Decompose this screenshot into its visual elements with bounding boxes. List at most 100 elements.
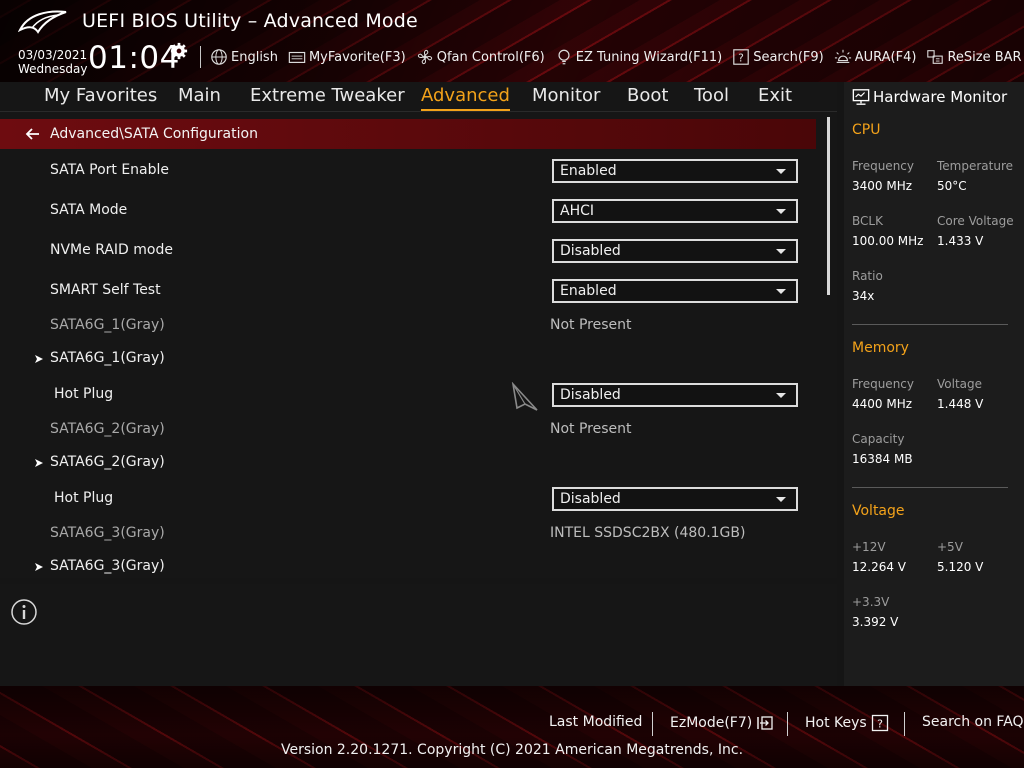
nvme-raid-mode-dropdown[interactable]: Disabled [552, 239, 798, 263]
toolbar-divider [200, 46, 201, 68]
footer-bar: Last Modified EzMode(F7) Hot Keys ? Sear… [0, 686, 1024, 768]
tab-main[interactable]: Main [178, 85, 221, 106]
caret-down-icon [776, 497, 786, 502]
cpu-ratio-value: 34x [852, 289, 875, 303]
cpu-heading: CPU [852, 122, 881, 138]
tab-exit[interactable]: Exit [758, 85, 792, 106]
breadcrumb[interactable]: Advanced\SATA Configuration [0, 119, 816, 149]
settings-panel: Advanced\SATA Configuration SATA Port En… [0, 112, 837, 578]
port-status: Not Present [550, 421, 632, 437]
tab-monitor[interactable]: Monitor [532, 85, 600, 106]
last-modified-label: Last Modified [549, 714, 643, 730]
cpu-frequency-label: Frequency [852, 159, 914, 173]
help-info-panel [0, 584, 837, 686]
resize-bar-button[interactable]: ReSize BAR [926, 48, 1022, 66]
ezmode-button[interactable]: EzMode(F7) [670, 714, 774, 732]
dropdown-value: AHCI [560, 203, 595, 219]
exit-to-icon [757, 716, 773, 730]
scrollbar[interactable] [827, 117, 830, 295]
qfan-control-button[interactable]: Qfan Control(F6) [416, 48, 545, 66]
info-row-sata6g-1: SATA6G_1(Gray) Not Present [0, 309, 816, 343]
submenu-label: SATA6G_3(Gray) [50, 558, 165, 574]
submenu-label: SATA6G_2(Gray) [50, 454, 165, 470]
app-title: UEFI BIOS Utility – Advanced Mode [82, 10, 418, 32]
cpu-temperature-value: 50°C [937, 179, 967, 193]
cpu-bclk-label: BCLK [852, 214, 883, 228]
submenu-sata6g-2[interactable]: SATA6G_2(Gray) [0, 446, 816, 480]
cpu-frequency-value: 3400 MHz [852, 179, 913, 193]
footer-divider [904, 712, 905, 736]
hardware-monitor-header: Hardware Monitor [852, 86, 1007, 108]
submenu-sata6g-1[interactable]: SATA6G_1(Gray) [0, 342, 816, 376]
submenu-arrow-icon [35, 459, 43, 467]
setting-row-smart-self-test: SMART Self Test Enabled [0, 274, 816, 308]
language-label: English [231, 49, 278, 65]
globe-icon [211, 49, 227, 65]
tab-my-favorites[interactable]: My Favorites [44, 85, 157, 106]
hardware-monitor-title: Hardware Monitor [873, 88, 1008, 106]
date-display: 03/03/2021 Wednesday [18, 48, 87, 76]
cpu-core-voltage-label: Core Voltage [937, 214, 1014, 228]
info-row-sata6g-3: SATA6G_3(Gray) INTEL SSDSC2BX (480.1GB) [0, 517, 816, 551]
v5-value: 5.120 V [937, 560, 984, 574]
hot-plug-1-dropdown[interactable]: Disabled [552, 383, 798, 407]
memory-heading: Memory [852, 340, 909, 356]
v33-label: +3.3V [852, 595, 890, 609]
ez-tuning-wizard-button[interactable]: EZ Tuning Wizard(F11) [555, 48, 722, 66]
footer-divider [652, 712, 653, 736]
date-text: 03/03/2021 [18, 48, 88, 62]
dropdown-value: Disabled [560, 491, 621, 507]
header-bar: UEFI BIOS Utility – Advanced Mode 03/03/… [0, 0, 1024, 82]
cpu-core-voltage-value: 1.433 V [937, 234, 984, 248]
gear-icon[interactable] [170, 42, 188, 60]
setting-label: Hot Plug [54, 490, 114, 506]
caret-down-icon [776, 249, 786, 254]
hot-keys-button[interactable]: Hot Keys ? [805, 714, 889, 732]
search-on-faq-button[interactable]: Search on FAQ [922, 714, 1024, 730]
port-label: SATA6G_3(Gray) [50, 525, 165, 541]
sata-port-enable-dropdown[interactable]: Enabled [552, 159, 798, 183]
tab-tool[interactable]: Tool [694, 85, 729, 106]
search-label: Search(F9) [753, 49, 824, 65]
dropdown-value: Enabled [560, 163, 617, 179]
lightbulb-icon [558, 49, 570, 65]
rog-logo-icon [18, 10, 67, 34]
submenu-arrow-icon [35, 355, 43, 363]
submenu-sata6g-3[interactable]: SATA6G_3(Gray) [0, 550, 816, 578]
footer-divider [787, 712, 788, 736]
smart-self-test-dropdown[interactable]: Enabled [552, 279, 798, 303]
sata-mode-dropdown[interactable]: AHCI [552, 199, 798, 223]
tab-extreme-tweaker[interactable]: Extreme Tweaker [250, 85, 405, 106]
caret-down-icon [776, 169, 786, 174]
aura-button[interactable]: AURA(F4) [834, 48, 917, 66]
setting-label: Hot Plug [54, 386, 114, 402]
ezmode-label: EzMode(F7) [670, 715, 753, 731]
toolbar: English MyFavorite(F3) Qfan Control(F6) … [210, 46, 1024, 68]
memory-frequency-value: 4400 MHz [852, 397, 913, 411]
memory-capacity-value: 16384 MB [852, 452, 913, 466]
caret-down-icon [776, 209, 786, 214]
caret-down-icon [776, 393, 786, 398]
qfan-control-label: Qfan Control(F6) [436, 49, 545, 65]
hot-plug-2-dropdown[interactable]: Disabled [552, 487, 798, 511]
setting-row-sata-port-enable: SATA Port Enable Enabled [0, 154, 816, 188]
search-button[interactable]: ? Search(F9) [732, 48, 824, 66]
cpu-temperature-label: Temperature [937, 159, 1014, 173]
aura-label: AURA(F4) [854, 49, 917, 65]
main-navigation: My Favorites Main Extreme Tweaker Advanc… [0, 82, 837, 112]
myfavorite-button[interactable]: MyFavorite(F3) [288, 48, 406, 66]
tab-advanced[interactable]: Advanced [421, 85, 510, 111]
last-modified-button[interactable]: Last Modified [549, 714, 642, 730]
tab-boot[interactable]: Boot [627, 85, 668, 106]
dropdown-value: Enabled [560, 283, 617, 299]
resize-bar-icon [927, 50, 944, 64]
language-button[interactable]: English [210, 48, 278, 66]
port-status: Not Present [550, 317, 632, 333]
section-divider [852, 487, 1008, 488]
back-arrow-icon[interactable] [25, 126, 41, 142]
submenu-arrow-icon [35, 563, 43, 571]
fan-icon [417, 49, 432, 65]
resize-bar-label: ReSize BAR [947, 49, 1022, 65]
svg-text:?: ? [877, 718, 883, 731]
mouse-pointer-icon [511, 382, 538, 411]
